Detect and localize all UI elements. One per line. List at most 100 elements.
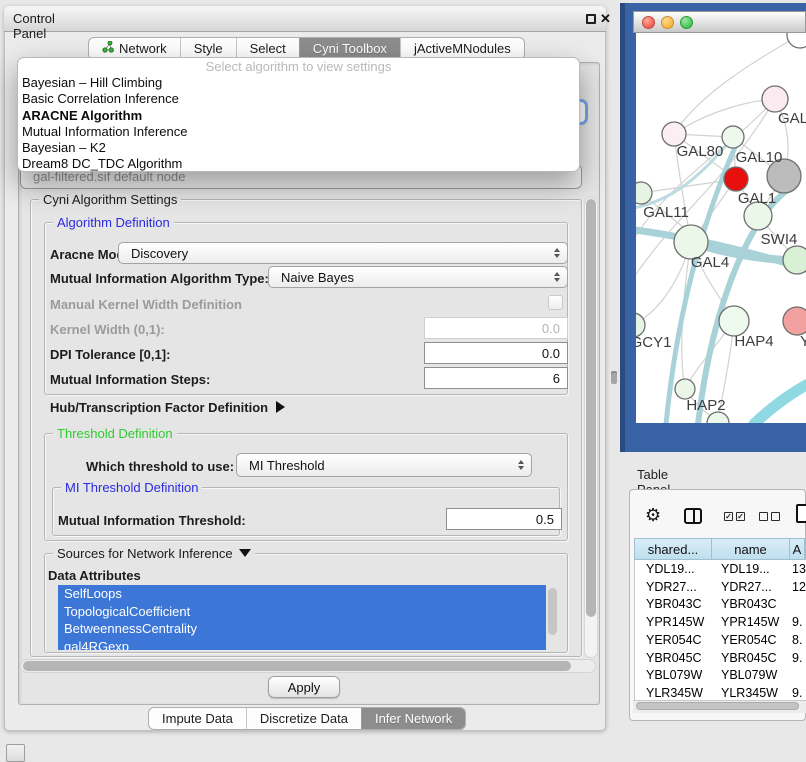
algorithm-options: Bayesian – Hill Climbing Basic Correlati… (18, 75, 579, 172)
tab-style[interactable]: Style (180, 38, 236, 59)
algorithm-option[interactable]: Bayesian – K2 (18, 140, 579, 156)
sources-title: Sources for Network Inference (57, 546, 233, 561)
select-all-icon[interactable]: ✓ (724, 512, 733, 521)
close-icon[interactable]: ✕ (600, 11, 611, 27)
minimized-panel-icon[interactable] (6, 744, 25, 762)
algorithm-option[interactable]: Basic Correlation Inference (18, 91, 579, 107)
mi-threshold-field[interactable]: 0.5 (446, 508, 562, 530)
table-cell: 9. (790, 686, 806, 700)
manual-kernel-checkbox[interactable] (548, 295, 563, 310)
which-threshold-combo[interactable]: MI Threshold (236, 453, 532, 477)
table-row[interactable]: YDL19...YDL19...13 (635, 560, 806, 578)
algorithm-dropdown-hint: Select algorithm to view settings (18, 59, 579, 75)
network-icon (102, 38, 114, 59)
table-row[interactable]: YBL079WYBL079W (635, 667, 806, 685)
network-edge (698, 191, 786, 423)
network-svg: GALGAL80GAL10GAL1GAL11SWI4GAL4GCY1HAP4YH… (636, 33, 806, 423)
attribute-item-selected[interactable]: gal4RGexp (58, 638, 546, 651)
aracne-mode-value: Discovery (131, 246, 188, 261)
network-node[interactable] (636, 182, 652, 204)
settings-vertical-scrollbar-thumb[interactable] (586, 199, 596, 617)
close-traffic-light[interactable] (642, 16, 655, 29)
float-window-icon[interactable] (586, 14, 596, 24)
attribute-item-selected[interactable]: SelfLoops (58, 585, 546, 603)
algorithm-option[interactable]: Bayesian – Hill Climbing (18, 75, 579, 91)
table-row[interactable]: YBR043CYBR043C (635, 596, 806, 614)
minimize-traffic-light[interactable] (661, 16, 674, 29)
table-horizontal-scrollbar-thumb[interactable] (636, 702, 799, 710)
tab-network[interactable]: Network (89, 38, 180, 59)
mi-steps-field[interactable]: 6 (424, 367, 568, 389)
manual-kernel-label: Manual Kernel Width Definition (50, 297, 242, 312)
tab-cyni-toolbox[interactable]: Cyni Toolbox (299, 38, 400, 59)
network-node[interactable] (722, 126, 744, 148)
tab-discretize-data[interactable]: Discretize Data (246, 708, 361, 729)
table-row[interactable]: YDR27...YDR27...12 (635, 578, 806, 596)
table-cell: YER054C (635, 633, 712, 647)
kernel-width-field[interactable]: 0.0 (424, 317, 568, 339)
table-row[interactable]: YPR145WYPR145W9. (635, 613, 806, 631)
tab-jactivemnodules[interactable]: jActiveMNodules (400, 38, 524, 59)
tab-label: Style (194, 38, 223, 59)
table-body: YDL19...YDL19...13YDR27...YDR27...12YBR0… (634, 560, 806, 704)
mi-steps-value: 6 (553, 371, 560, 386)
network-node[interactable] (783, 307, 806, 335)
mi-type-combo[interactable]: Naive Bayes (268, 266, 568, 288)
tab-label: jActiveMNodules (414, 38, 511, 59)
network-node[interactable] (783, 246, 806, 274)
panel-splitter-handle[interactable] (611, 371, 617, 384)
table-cell: 8. (790, 633, 806, 647)
attribute-item-selected[interactable]: BetweennessCentrality (58, 620, 546, 638)
which-threshold-value: MI Threshold (249, 458, 325, 473)
settings-horizontal-scrollbar-thumb[interactable] (23, 661, 571, 671)
column-layout-icon[interactable] (684, 508, 702, 524)
group-title: Cyni Algorithm Settings (39, 192, 181, 207)
sources-expander[interactable]: Sources for Network Inference (53, 546, 255, 561)
tab-label: Select (250, 38, 286, 59)
aracne-mode-combo[interactable]: Discovery (118, 242, 568, 264)
network-node[interactable] (719, 306, 749, 336)
tab-select[interactable]: Select (236, 38, 299, 59)
control-panel-titlebar[interactable] (4, 6, 606, 32)
network-node-label: GAL11 (643, 204, 689, 221)
deselect-all-icon[interactable] (759, 512, 768, 521)
tab-impute-data[interactable]: Impute Data (149, 708, 246, 729)
tab-label: Network (119, 38, 167, 59)
kernel-width-label: Kernel Width (0,1): (50, 322, 165, 337)
network-window-titlebar[interactable] (633, 11, 806, 33)
network-node[interactable] (787, 33, 806, 48)
group-title: Algorithm Definition (53, 215, 174, 230)
deselect-all-icon[interactable] (771, 512, 780, 521)
group-title: Threshold Definition (53, 426, 177, 441)
column-header[interactable]: A (790, 539, 805, 559)
network-node[interactable] (762, 86, 788, 112)
network-node[interactable] (724, 167, 748, 191)
tab-infer-network[interactable]: Infer Network (361, 708, 465, 729)
algorithm-option-selected[interactable]: ARACNE Algorithm (18, 108, 579, 124)
table-row[interactable]: YBR045CYBR045C9. (635, 649, 806, 667)
column-header[interactable]: name (712, 539, 790, 559)
algorithm-dropdown: Select algorithm to view settings Bayesi… (17, 57, 580, 172)
algorithm-option[interactable]: Dream8 DC_TDC Algorithm (18, 156, 579, 172)
document-icon[interactable] (796, 504, 806, 523)
table-cell: YBR043C (712, 597, 790, 611)
attribute-item-selected[interactable]: TopologicalCoefficient (58, 603, 546, 621)
network-edge (754, 381, 806, 423)
data-attributes-label: Data Attributes (48, 568, 141, 583)
gear-icon[interactable]: ⚙ (645, 505, 661, 526)
zoom-traffic-light[interactable] (680, 16, 693, 29)
table-cell: YBL079W (635, 668, 712, 682)
algorithm-option[interactable]: Mutual Information Inference (18, 124, 579, 140)
attributes-scrollbar[interactable] (548, 588, 557, 635)
network-canvas[interactable]: GALGAL80GAL10GAL1GAL11SWI4GAL4GCY1HAP4YH… (636, 33, 806, 423)
dpi-tolerance-field[interactable]: 0.0 (424, 342, 568, 364)
network-node-label: GAL1 (738, 190, 776, 207)
hub-definition-expander[interactable]: Hub/Transcription Factor Definition (50, 400, 285, 415)
column-header[interactable]: shared... (635, 539, 712, 559)
mi-threshold-label: Mutual Information Threshold: (58, 513, 246, 528)
network-node[interactable] (675, 379, 695, 399)
select-all-icon[interactable]: ✓ (736, 512, 745, 521)
table-row[interactable]: YER054CYER054C8. (635, 631, 806, 649)
apply-button[interactable]: Apply (268, 676, 340, 698)
network-node-label: GAL80 (677, 143, 724, 160)
